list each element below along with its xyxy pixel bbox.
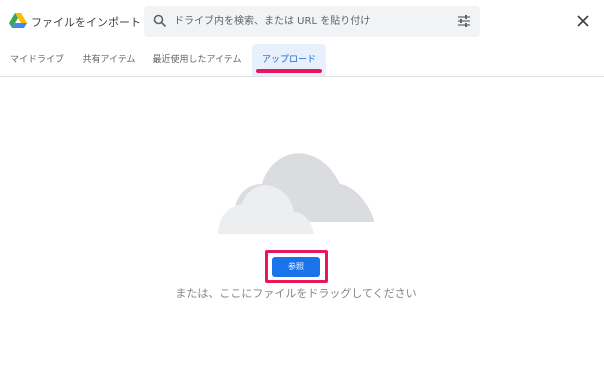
tab-shared[interactable]: 共有アイテム [76,44,142,76]
search-icon [153,14,167,28]
search-bar[interactable] [144,6,480,37]
tab-my-drive[interactable]: マイドライブ [4,44,70,76]
drop-instruction: または、ここにファイルをドラッグしてください [175,287,417,300]
active-tab-indicator [256,69,322,73]
close-icon[interactable] [576,14,590,28]
browse-button[interactable]: 参照 [272,257,320,277]
dialog-title: ファイルをインポート [31,16,141,29]
tab-recent[interactable]: 最近使用したアイテム [148,44,246,76]
cloud-illustration-icon [218,153,374,234]
search-input[interactable] [174,6,444,37]
dialog-header: ファイルをインポート [0,0,604,44]
google-drive-logo-icon [9,13,27,28]
tune-icon[interactable] [457,14,471,28]
